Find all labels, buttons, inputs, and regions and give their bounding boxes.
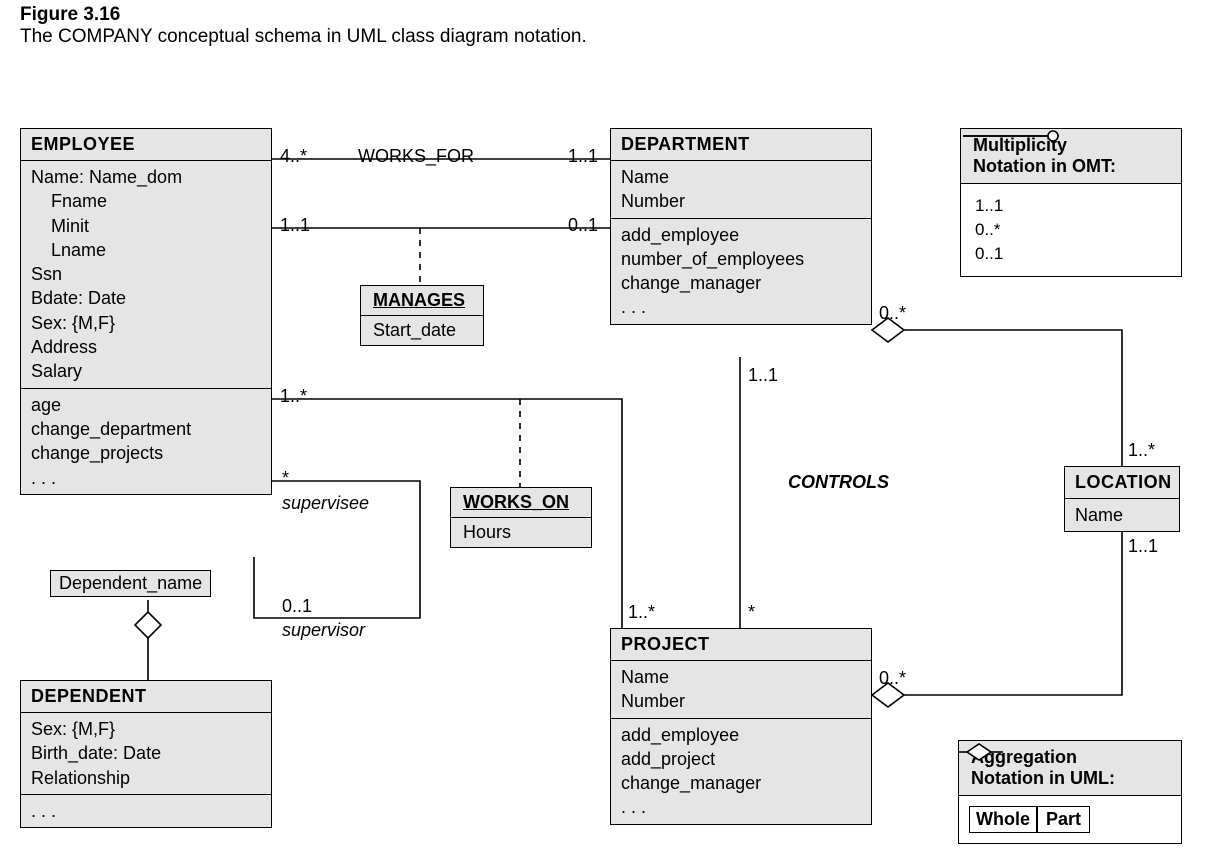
- attr: Salary: [31, 359, 261, 383]
- operations: add_employee add_project change_manager …: [611, 719, 871, 824]
- class-title: EMPLOYEE: [21, 129, 271, 161]
- assoc-class-manages: MANAGES Start_date: [360, 285, 484, 346]
- class-employee: EMPLOYEE Name: Name_dom Fname Minit Lnam…: [20, 128, 272, 495]
- attributes: Name: [1065, 499, 1179, 531]
- mult-dept-loc-dept: 0..*: [879, 303, 906, 324]
- attributes: Name: Name_dom Fname Minit Lname Ssn Bda…: [21, 161, 271, 389]
- op: . . .: [621, 295, 861, 319]
- op: add_employee: [621, 723, 861, 747]
- attr: Sex: {M,F}: [31, 311, 261, 335]
- attributes: Name Number: [611, 661, 871, 719]
- role-supervisor: supervisor: [282, 620, 365, 641]
- assoc-attr: Hours: [451, 518, 591, 547]
- class-title: LOCATION: [1065, 467, 1179, 499]
- assoc-name-works-for: WORKS_FOR: [358, 146, 474, 167]
- operations: age change_department change_projects . …: [21, 389, 271, 494]
- agg-whole: Whole: [969, 806, 1037, 833]
- mult-proj-loc-proj: 0..*: [879, 668, 906, 689]
- class-department: DEPARTMENT Name Number add_employee numb…: [610, 128, 872, 325]
- op: change_manager: [621, 271, 861, 295]
- mult-supervisee-star: *: [282, 468, 289, 489]
- assoc-title: MANAGES: [361, 286, 483, 316]
- assoc-title: WORKS_ON: [451, 488, 591, 518]
- class-dependent: DEPENDENT Sex: {M,F} Birth_date: Date Re…: [20, 680, 272, 828]
- class-project: PROJECT Name Number add_employee add_pro…: [610, 628, 872, 825]
- mult-controls-top: 1..1: [748, 365, 778, 386]
- assoc-attr: Start_date: [361, 316, 483, 345]
- assoc-name-controls: CONTROLS: [788, 472, 889, 493]
- mult-controls-bottom: 1..*: [628, 602, 655, 623]
- attr: Fname: [31, 189, 261, 213]
- role-supervisee: supervisee: [282, 493, 369, 514]
- op: . . .: [31, 466, 261, 490]
- mult-works-for-left: 4..*: [280, 146, 307, 167]
- attr: Ssn: [31, 262, 261, 286]
- mult-manages-left: 1..1: [280, 215, 310, 236]
- operations: add_employee number_of_employees change_…: [611, 219, 871, 324]
- attr: Name: [621, 165, 861, 189]
- mult-dept-loc-loc: 1..*: [1128, 440, 1155, 461]
- op: age: [31, 393, 261, 417]
- mult-manages-right: 0..1: [568, 215, 598, 236]
- attr: Name: Name_dom: [31, 165, 261, 189]
- mult-supervisor-zerone: 0..1: [282, 596, 312, 617]
- class-title: DEPENDENT: [21, 681, 271, 713]
- assoc-class-works-on: WORKS_ON Hours: [450, 487, 592, 548]
- attr: Relationship: [31, 766, 261, 790]
- legend-body: 1..1 0..* 0..1: [961, 184, 1181, 276]
- op: add_project: [621, 747, 861, 771]
- legend-omt: Multiplicity Notation in OMT: 1..1 0..* …: [960, 128, 1182, 277]
- class-location: LOCATION Name: [1064, 466, 1180, 532]
- mult-works-for-right: 1..1: [568, 146, 598, 167]
- class-title: PROJECT: [611, 629, 871, 661]
- operations: . . .: [21, 795, 271, 827]
- attr: Minit: [31, 214, 261, 238]
- op: . . .: [621, 795, 861, 819]
- diamond-icon: [959, 741, 1003, 763]
- mult-proj-loc-loc: 1..1: [1128, 536, 1158, 557]
- attr: Sex: {M,F}: [31, 717, 261, 741]
- class-title: DEPARTMENT: [611, 129, 871, 161]
- attr: Address: [31, 335, 261, 359]
- mult-works-on-right: *: [748, 602, 755, 623]
- attr: Number: [621, 689, 861, 713]
- op: change_department: [31, 417, 261, 441]
- attributes: Name Number: [611, 161, 871, 219]
- agg-part: Part: [1037, 806, 1090, 833]
- op: number_of_employees: [621, 247, 861, 271]
- attr: Name: [1075, 503, 1169, 527]
- op: add_employee: [621, 223, 861, 247]
- qualifier-dependent-name: Dependent_name: [50, 570, 211, 597]
- attr: Bdate: Date: [31, 286, 261, 310]
- attributes: Sex: {M,F} Birth_date: Date Relationship: [21, 713, 271, 795]
- legend-aggregation: Aggregation Notation in UML: Whole Part: [958, 740, 1182, 844]
- op: change_projects: [31, 441, 261, 465]
- legend-body: Whole Part: [959, 796, 1181, 843]
- attr: Name: [621, 665, 861, 689]
- attr: Number: [621, 189, 861, 213]
- attr: Lname: [31, 238, 261, 262]
- mult-works-on-left: 1..*: [280, 386, 307, 407]
- op: change_manager: [621, 771, 861, 795]
- op: . . .: [31, 799, 261, 823]
- attr: Birth_date: Date: [31, 741, 261, 765]
